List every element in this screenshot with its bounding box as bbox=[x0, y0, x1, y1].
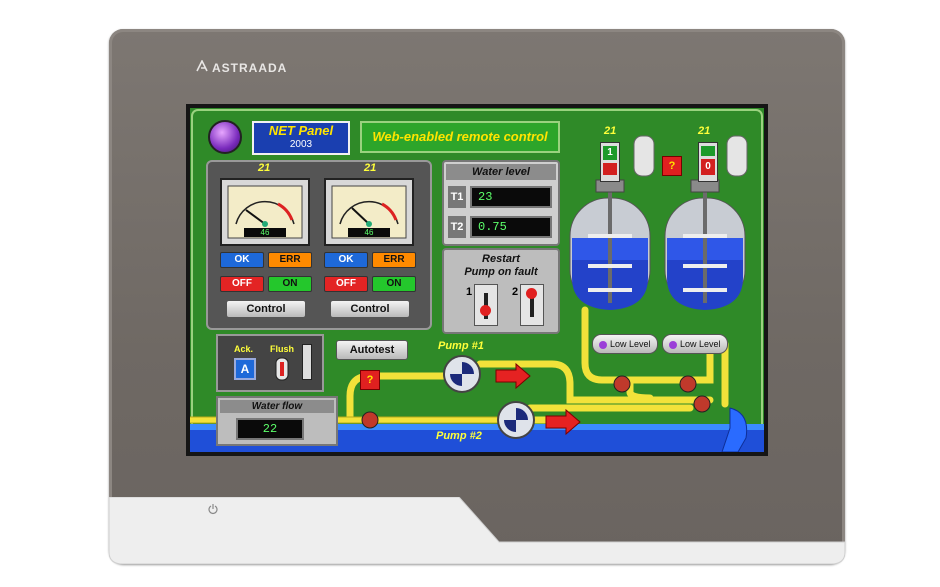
t1-value: 23 bbox=[470, 186, 552, 208]
help-button-bottom[interactable]: ? bbox=[360, 370, 380, 390]
restart-switch-2[interactable] bbox=[520, 284, 544, 326]
gauge-1: 46 bbox=[220, 178, 310, 246]
tank-2-indicator-value: 0 bbox=[701, 159, 715, 175]
gauge-1-off-lamp[interactable]: OFF bbox=[220, 276, 264, 292]
gauge-1-top-label: 21 bbox=[258, 162, 271, 174]
net-panel-logo: NET Panel 2003 bbox=[252, 121, 350, 155]
autotest-button[interactable]: Autotest bbox=[336, 340, 408, 360]
restart-switch-1[interactable] bbox=[474, 284, 498, 326]
brand-logo-icon bbox=[196, 60, 208, 72]
tank-1-indicator-value: 1 bbox=[603, 146, 617, 160]
switch-2-label: 2 bbox=[512, 286, 519, 298]
pump-1-label: Pump #1 bbox=[438, 340, 484, 352]
gauge-1-err-lamp[interactable]: ERR bbox=[268, 252, 312, 268]
flush-valve-icon[interactable] bbox=[268, 356, 296, 384]
status-orb-icon bbox=[208, 120, 242, 154]
pump-2-label: Pump #2 bbox=[436, 430, 482, 442]
pump-2-button[interactable] bbox=[498, 402, 534, 438]
tank-1-indicator: 1 bbox=[600, 142, 620, 182]
t2-label: T2 bbox=[448, 216, 466, 238]
water-flow-title: Water flow bbox=[220, 400, 334, 413]
gauge-2: 46 bbox=[324, 178, 414, 246]
water-level-title: Water level bbox=[446, 164, 556, 180]
tank-2-low-level-label: Low Level bbox=[679, 339, 721, 349]
restart-title-line2: Pump on fault bbox=[464, 266, 538, 278]
ack-flush-panel: Ack. A Flush bbox=[216, 334, 324, 392]
pump-1-button[interactable] bbox=[444, 356, 480, 392]
gauge-2-control-button[interactable]: Control bbox=[330, 300, 410, 318]
power-icon[interactable] bbox=[207, 503, 219, 515]
gauge-1-reading: 46 bbox=[260, 228, 270, 237]
water-flow-value: 22 bbox=[236, 418, 304, 440]
gauge-1-ok-lamp[interactable]: OK bbox=[220, 252, 264, 268]
gauge-2-ok-lamp[interactable]: OK bbox=[324, 252, 368, 268]
hmi-screen: NET Panel 2003 Web-enabled remote contro… bbox=[190, 108, 764, 452]
t1-label: T1 bbox=[448, 186, 466, 208]
flush-level-bar bbox=[302, 344, 312, 380]
restart-panel: Restart Pump on fault 1 2 bbox=[442, 248, 560, 334]
tank-1-low-level-label: Low Level bbox=[609, 339, 651, 349]
water-level-panel: Water level T1 23 T2 0.75 bbox=[442, 160, 560, 246]
tank-1-top-label: 21 bbox=[604, 125, 617, 137]
ack-button[interactable]: A bbox=[234, 358, 256, 380]
tank-2-top-label: 21 bbox=[698, 125, 711, 137]
banner-title: Web-enabled remote control bbox=[360, 121, 560, 153]
ack-label: Ack. bbox=[234, 344, 254, 354]
tank-left bbox=[569, 179, 651, 310]
t2-value: 0.75 bbox=[470, 216, 552, 238]
gauge-2-off-lamp[interactable]: OFF bbox=[324, 276, 368, 292]
flush-label: Flush bbox=[270, 344, 294, 354]
water-flow-panel: Water flow 22 bbox=[216, 396, 338, 446]
gauge-2-top-label: 21 bbox=[364, 162, 377, 174]
gauge-2-on-lamp[interactable]: ON bbox=[372, 276, 416, 292]
gauge-2-reading: 46 bbox=[364, 228, 374, 237]
gauge-1-on-lamp[interactable]: ON bbox=[268, 276, 312, 292]
bezel-bottom-panel bbox=[109, 497, 845, 564]
logo-title: NET Panel bbox=[268, 123, 334, 138]
tank-1-low-level-icon bbox=[599, 340, 608, 349]
switch-1-label: 1 bbox=[466, 286, 473, 298]
tank-2-low-level-icon bbox=[669, 340, 678, 349]
gauge-1-control-button[interactable]: Control bbox=[226, 300, 306, 318]
help-button-top[interactable]: ? bbox=[662, 156, 682, 176]
tank-2-indicator: 0 bbox=[698, 142, 718, 182]
restart-title-line1: Restart bbox=[482, 253, 520, 265]
tank-1-low-level-button[interactable]: Low Level bbox=[592, 334, 658, 354]
gauge-2-err-lamp[interactable]: ERR bbox=[372, 252, 416, 268]
brand-name: ASTRAADA bbox=[212, 61, 288, 75]
tank-right bbox=[664, 179, 746, 310]
logo-year: 2003 bbox=[289, 139, 313, 150]
tank-2-low-level-button[interactable]: Low Level bbox=[662, 334, 728, 354]
